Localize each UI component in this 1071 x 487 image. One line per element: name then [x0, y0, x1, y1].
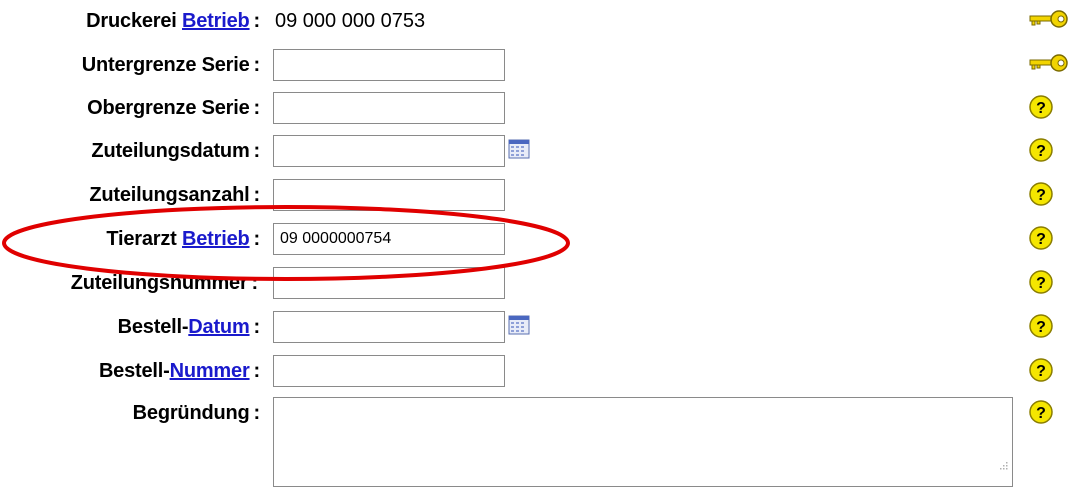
druckerei-betrieb-link[interactable]: Betrieb [182, 10, 250, 32]
help-glyph: ? [1036, 275, 1046, 292]
help-glyph: ? [1036, 100, 1046, 117]
colon: : [253, 10, 261, 32]
zuteilungsdatum-label-text: Zuteilungsdatum [91, 140, 250, 162]
help-glyph: ? [1036, 143, 1046, 160]
resize-grip-icon[interactable] [998, 462, 1008, 472]
help-glyph: ? [1036, 319, 1046, 336]
colon: : [253, 54, 261, 76]
help-question-icon[interactable]: ? [1028, 357, 1054, 383]
zuteilungsdatum-label: Zuteilungsdatum: [91, 140, 260, 163]
colon: : [253, 316, 261, 338]
bestell-nummer-row: Bestell-Nummer: ? [0, 354, 1071, 390]
help-question-icon[interactable]: ? [1028, 137, 1054, 163]
help-glyph: ? [1036, 231, 1046, 248]
bestell-datum-link[interactable]: Datum [188, 316, 249, 338]
druckerei-row: Druckerei Betrieb: 09 000 000 0753 [0, 4, 1071, 40]
help-question-icon[interactable]: ? [1028, 313, 1054, 339]
help-glyph: ? [1036, 405, 1046, 422]
druckerei-label: Druckerei Betrieb: [86, 10, 260, 33]
bestell-datum-label: Bestell-Datum: [117, 316, 261, 339]
obergrenze-row: Obergrenze Serie: ? [0, 91, 1071, 127]
bestell-datum-row: Bestell-Datum: ? [0, 310, 1071, 346]
help-glyph: ? [1036, 187, 1046, 204]
begruendung-textarea[interactable] [273, 397, 1013, 487]
druckerei-label-text: Druckerei [86, 10, 177, 32]
bestell-datum-label-text: Bestell- [117, 316, 189, 338]
help-glyph: ? [1036, 363, 1046, 380]
colon: : [253, 97, 261, 119]
bestell-nummer-label-text: Bestell- [98, 360, 170, 382]
colon: : [253, 360, 261, 382]
bestell-datum-input[interactable] [273, 311, 505, 343]
help-question-icon[interactable]: ? [1028, 225, 1054, 251]
help-question-icon[interactable]: ? [1028, 181, 1054, 207]
calendar-icon[interactable] [508, 315, 530, 335]
colon: : [253, 140, 261, 162]
bestell-nummer-input[interactable] [273, 355, 505, 387]
highlight-ellipse [2, 205, 570, 281]
help-question-icon[interactable]: ? [1028, 399, 1054, 425]
untergrenze-serie-input[interactable] [273, 49, 505, 81]
zuteilungsdatum-row: Zuteilungsdatum: ? [0, 134, 1071, 170]
bestell-nummer-link[interactable]: Nummer [170, 360, 250, 382]
colon: : [253, 402, 261, 424]
untergrenze-label: Untergrenze Serie: [82, 54, 260, 77]
obergrenze-label-text: Obergrenze Serie [87, 97, 250, 119]
untergrenze-row: Untergrenze Serie: [0, 48, 1071, 84]
untergrenze-label-text: Untergrenze Serie [81, 54, 250, 76]
key-icon [1029, 54, 1068, 72]
calendar-icon[interactable] [508, 139, 530, 159]
begruendung-label-text: Begründung [132, 402, 250, 424]
obergrenze-label: Obergrenze Serie: [87, 97, 260, 120]
bestell-nummer-label: Bestell-Nummer: [99, 360, 260, 383]
key-icon [1029, 10, 1068, 28]
obergrenze-serie-input[interactable] [273, 92, 505, 124]
help-question-icon[interactable]: ? [1028, 269, 1054, 295]
zuteilungsdatum-input[interactable] [273, 135, 505, 167]
druckerei-value: 09 000 000 0753 [275, 10, 426, 32]
begruendung-label: Begründung: [132, 402, 261, 425]
help-question-icon[interactable]: ? [1028, 94, 1054, 120]
